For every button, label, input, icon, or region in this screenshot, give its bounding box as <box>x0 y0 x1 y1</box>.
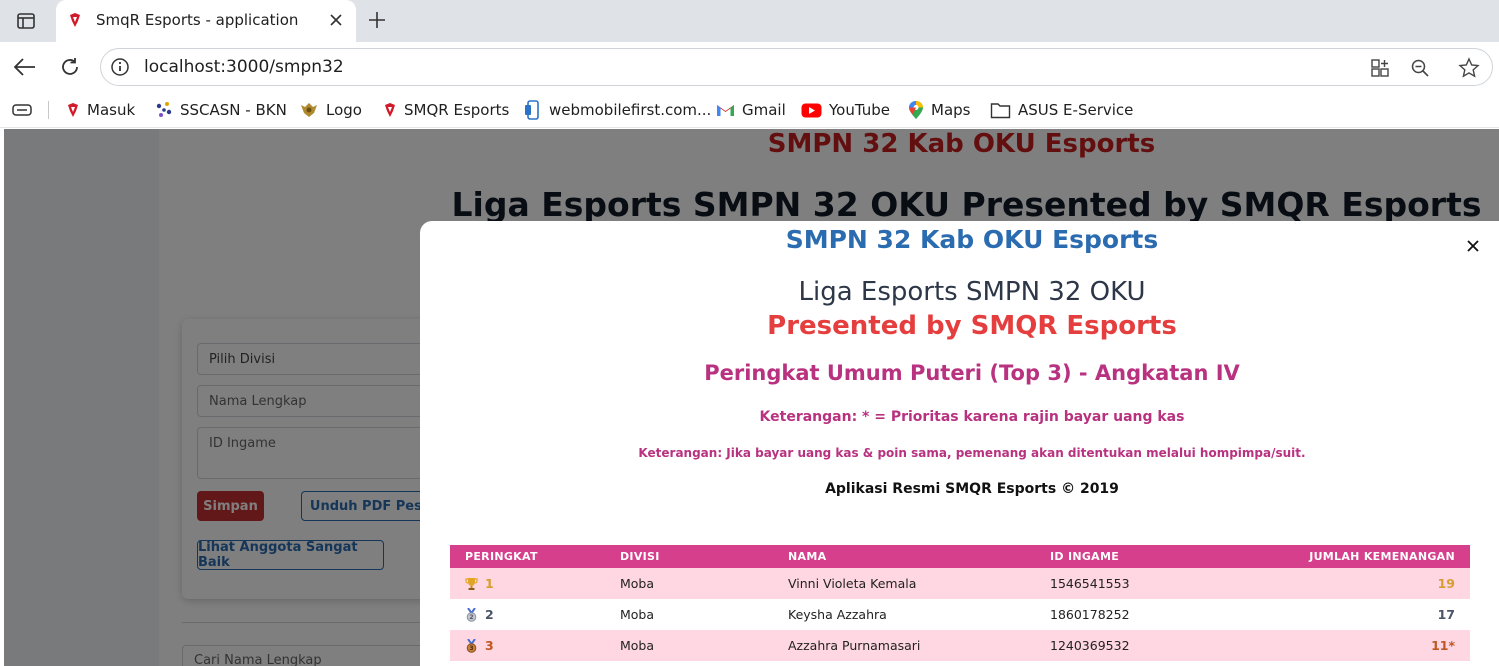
bookmark-label: ASUS E-Service <box>1018 101 1134 119</box>
phone-icon <box>525 100 539 120</box>
bookmark-separator <box>48 101 49 119</box>
trophy-icon <box>465 577 478 590</box>
bookmark-youtube[interactable]: YouTube <box>801 99 890 121</box>
reading-list-icon[interactable] <box>12 99 32 121</box>
bronze-medal-icon: 3 <box>466 638 477 653</box>
tab-strip: SmqR Esports - application <box>0 0 1499 42</box>
svg-text:2: 2 <box>469 614 473 621</box>
header-rank: PERINGKAT <box>450 545 605 568</box>
wins-cell: 19 <box>1235 568 1470 599</box>
bookmark-label: webmobilefirst.com... <box>549 101 712 119</box>
ranking-table: PERINGKAT DIVISI NAMA ID INGAME JUMLAH K… <box>450 545 1470 661</box>
active-tab[interactable]: SmqR Esports - application <box>56 0 356 42</box>
new-tab-icon[interactable] <box>364 7 390 33</box>
folder-icon <box>990 102 1011 118</box>
header-division: DIVISI <box>605 545 773 568</box>
rank-number: 2 <box>485 607 494 622</box>
maps-pin-icon <box>909 101 923 119</box>
browser-toolbar: localhost:3000/smpn32 <box>0 42 1499 92</box>
division-cell: Moba <box>620 607 655 622</box>
bookmark-label: Gmail <box>742 101 786 119</box>
header-name: NAMA <box>773 545 1035 568</box>
bookmark-masuk[interactable]: Masuk <box>66 99 135 121</box>
bookmark-smqr-esports[interactable]: SMQR Esports <box>383 99 509 121</box>
copyright: Aplikasi Resmi SMQR Esports © 2019 <box>825 481 1119 497</box>
rank-number: 3 <box>485 638 494 653</box>
bookmark-gmail[interactable]: Gmail <box>716 99 786 121</box>
modal-title: SMPN 32 Kab OKU Esports <box>785 225 1159 254</box>
svg-text:3: 3 <box>469 645 473 652</box>
presented-by: Presented by SMQR Esports <box>767 311 1177 341</box>
table-row: 2 2 Moba Keysha Azzahra 1860178252 17 <box>450 599 1470 630</box>
bookmark-label: Maps <box>931 101 971 119</box>
bookmark-maps[interactable]: Maps <box>908 99 970 121</box>
rank-number: 1 <box>485 576 494 591</box>
address-bar[interactable]: localhost:3000/smpn32 <box>100 48 1493 86</box>
smqr-logo-icon <box>385 103 395 117</box>
reload-icon[interactable] <box>57 54 83 80</box>
tab-title: SmqR Esports - application <box>96 11 299 29</box>
youtube-icon <box>801 103 822 117</box>
site-info-icon[interactable] <box>110 57 130 81</box>
emblem-icon <box>301 103 317 117</box>
league-name: Liga Esports SMPN 32 OKU <box>798 277 1146 307</box>
silver-medal-icon: 2 <box>466 607 477 622</box>
division-cell: Moba <box>605 630 773 661</box>
ingame-id-cell: 1546541553 <box>1035 568 1235 599</box>
ranking-modal: SMPN 32 Kab OKU Esports Liga Esports SMP… <box>420 221 1499 666</box>
bookmark-label: SSCASN - BKN <box>180 101 287 119</box>
name-cell: Vinni Violeta Kemala <box>773 568 1035 599</box>
apps-icon[interactable] <box>1369 57 1391 79</box>
bookmark-label: YouTube <box>829 101 890 119</box>
table-row: 3 3 Moba Azzahra Purnamasari 1240369532 … <box>450 630 1470 661</box>
ingame-id-cell: 1240369532 <box>1035 630 1235 661</box>
division-cell: Moba <box>605 568 773 599</box>
close-tab-icon[interactable] <box>326 10 346 30</box>
ingame-id-cell: 1860178252 <box>1050 607 1130 622</box>
back-icon[interactable] <box>12 54 38 80</box>
wins-cell: 11* <box>1235 630 1470 661</box>
bookmark-asus[interactable]: ASUS E-Service <box>990 99 1133 121</box>
header-wins: JUMLAH KEMENANGAN <box>1235 545 1470 568</box>
header-ingame-id: ID INGAME <box>1035 545 1235 568</box>
smqr-logo-icon <box>68 103 78 117</box>
bookmark-sscasn[interactable]: SSCASN - BKN <box>155 99 287 121</box>
bookmark-star-icon[interactable] <box>1458 57 1480 79</box>
bookmark-label: Logo <box>326 101 362 119</box>
bookmark-label: Masuk <box>87 101 136 119</box>
sscasn-icon <box>156 102 172 117</box>
tab-sidebar-icon[interactable] <box>12 8 40 34</box>
bookmark-webmobilefirst[interactable]: webmobilefirst.com... <box>524 99 711 121</box>
url-text[interactable]: localhost:3000/smpn32 <box>144 57 344 77</box>
table-row: 1 Moba Vinni Violeta Kemala 1546541553 1… <box>450 568 1470 599</box>
name-cell: Azzahra Purnamasari <box>773 630 1035 661</box>
priority-note: Keterangan: * = Prioritas karena rajin b… <box>759 409 1185 425</box>
bookmarks-bar: Masuk SSCASN - BKN Logo SMQR Esports web… <box>0 92 1499 128</box>
name-cell: Keysha Azzahra <box>788 607 887 622</box>
bookmark-label: SMQR Esports <box>404 101 510 119</box>
smqr-logo-icon <box>68 12 82 32</box>
gmail-icon <box>717 105 734 116</box>
wins-cell: 17 <box>1437 607 1455 622</box>
zoom-out-icon[interactable] <box>1409 57 1431 79</box>
table-header-row: PERINGKAT DIVISI NAMA ID INGAME JUMLAH K… <box>450 545 1470 568</box>
ranking-title: Peringkat Umum Puteri (Top 3) - Angkatan… <box>704 361 1240 385</box>
tie-note: Keterangan: Jika bayar uang kas & poin s… <box>638 446 1306 460</box>
bookmark-logo[interactable]: Logo <box>299 99 362 121</box>
